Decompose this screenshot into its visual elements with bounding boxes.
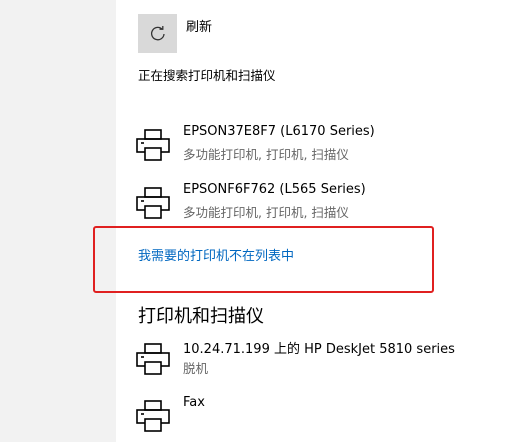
printer-icon: [135, 399, 171, 433]
printer-icon: [135, 342, 171, 376]
printer-description: 多功能打印机, 打印机, 扫描仪: [183, 147, 349, 162]
installed-printer-item[interactable]: 10.24.71.199 上的 HP DeskJet 5810 series 脱…: [135, 338, 495, 382]
section-title: 打印机和扫描仪: [138, 306, 264, 327]
printer-description: 多功能打印机, 打印机, 扫描仪: [183, 205, 349, 220]
printer-icon: [135, 186, 171, 220]
printer-name: EPSONF6F762 (L565 Series): [183, 182, 366, 197]
printer-icon: [135, 128, 171, 162]
installed-printer-item[interactable]: Fax: [135, 395, 495, 439]
printer-not-listed-link[interactable]: 我需要的打印机不在列表中: [138, 245, 294, 264]
refresh-label[interactable]: 刷新: [186, 16, 212, 35]
left-pane: [0, 0, 116, 442]
searching-status-text: 正在搜索打印机和扫描仪: [138, 68, 276, 83]
printer-list-item[interactable]: EPSONF6F762 (L565 Series) 多功能打印机, 打印机, 扫…: [135, 182, 495, 226]
refresh-icon: [151, 26, 165, 41]
printer-status: 脱机: [183, 361, 209, 376]
refresh-button[interactable]: [138, 14, 177, 53]
printer-name: EPSON37E8F7 (L6170 Series): [183, 124, 375, 139]
printer-name: Fax: [183, 395, 205, 410]
printer-name: 10.24.71.199 上的 HP DeskJet 5810 series: [183, 342, 455, 357]
printer-list-item[interactable]: EPSON37E8F7 (L6170 Series) 多功能打印机, 打印机, …: [135, 124, 495, 168]
